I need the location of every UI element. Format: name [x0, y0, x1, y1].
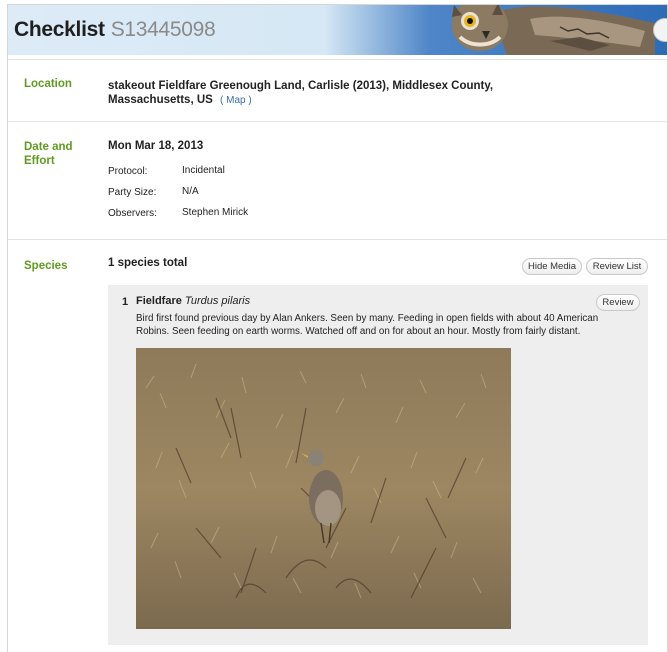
species-scientific-name: Turdus pilaris	[184, 295, 251, 307]
species-total: 1 species total	[108, 257, 188, 269]
hide-media-button[interactable]: Hide Media	[522, 258, 582, 275]
checklist-frame: Checklist S13445098 Location stakeout Fie…	[7, 4, 668, 652]
protocol-label: Protocol:	[108, 166, 148, 177]
observers-label: Observers:	[108, 208, 157, 219]
species-comment: Bird first found previous day by Alan An…	[136, 313, 599, 337]
location-section: Location stakeout Fieldfare Greenough La…	[8, 59, 667, 122]
checklist-id: S13445098	[110, 18, 216, 41]
species-common-name: Fieldfare	[136, 295, 182, 307]
observers-value: Stephen Mirick	[182, 207, 249, 218]
map-link[interactable]: ( Map )	[220, 95, 252, 106]
checklist-date: Mon Mar 18, 2013	[108, 140, 204, 152]
species-label: Species	[24, 260, 68, 272]
header-circle-button[interactable]	[653, 18, 667, 42]
species-number: 1	[122, 296, 129, 308]
owl-banner-icon	[452, 5, 655, 55]
checklist-header: Checklist S13445098	[8, 5, 667, 55]
fieldfare-photo[interactable]	[136, 348, 511, 629]
page-title-text: Checklist	[14, 18, 105, 41]
party-size-value: N/A	[182, 186, 199, 197]
location-text-block: stakeout Fieldfare Greenough Land, Carli…	[108, 79, 528, 108]
species-entry: 1 Fieldfare Turdus pilaris Review Bird f…	[108, 285, 648, 645]
species-section: Species 1 species total Hide Media Revie…	[8, 239, 667, 652]
page-title: Checklist S13445098	[14, 18, 216, 42]
protocol-value: Incidental	[182, 165, 225, 176]
party-size-label: Party Size:	[108, 187, 157, 198]
date-effort-section: Date and Effort Mon Mar 18, 2013 Protoco…	[8, 121, 667, 240]
location-label: Location	[24, 78, 72, 90]
species-name: Fieldfare Turdus pilaris	[136, 295, 250, 307]
review-list-button[interactable]: Review List	[586, 258, 648, 275]
date-effort-label: Date and Effort	[24, 141, 73, 167]
review-button[interactable]: Review	[596, 294, 640, 311]
location-text: stakeout Fieldfare Greenough Land, Carli…	[108, 80, 494, 106]
